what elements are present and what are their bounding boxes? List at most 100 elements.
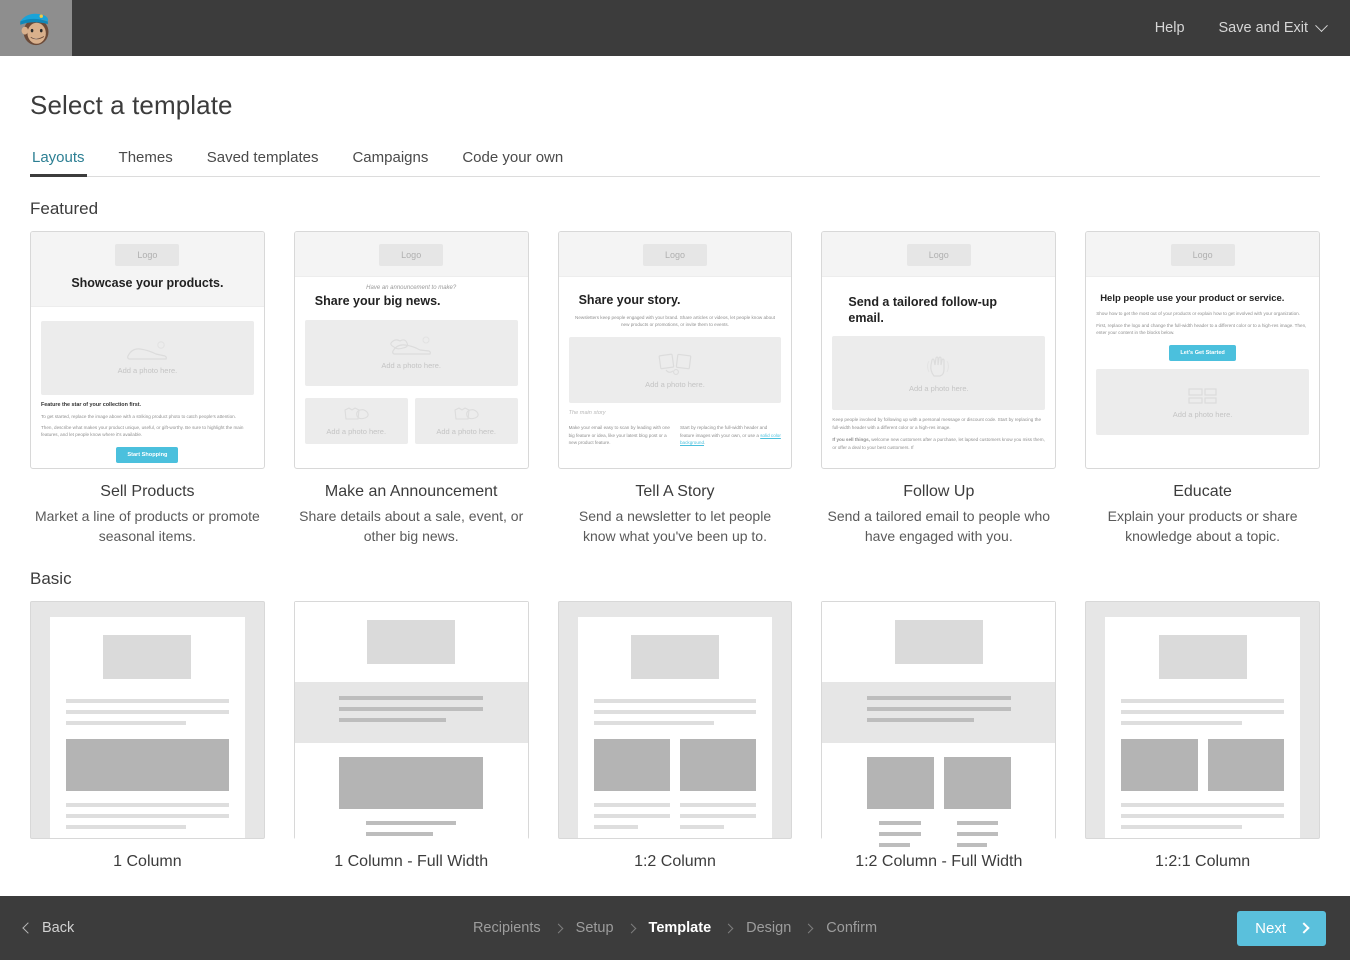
wireframe-line — [680, 813, 757, 818]
template-preview[interactable]: Logo Showcase your products. Add a photo… — [30, 231, 265, 469]
preview-headline: Share your story. — [578, 293, 681, 307]
template-source-tabs: Layouts Themes Saved templates Campaigns… — [30, 149, 1320, 177]
wireframe-line — [866, 717, 974, 722]
step-recipients[interactable]: Recipients — [473, 920, 541, 936]
wireframe-preview[interactable] — [30, 600, 265, 839]
template-card-sell-products[interactable]: Logo Showcase your products. Add a photo… — [30, 231, 265, 547]
wireframe-line — [66, 824, 187, 829]
section-title-featured: Featured — [30, 199, 99, 218]
preview-column-right-text: Start by replacing the full-width header… — [680, 424, 768, 438]
preview-intro: Newsletters keep people engaged with you… — [575, 314, 775, 328]
preview-body: Help people use your product or service.… — [1086, 277, 1319, 436]
wireframe-two-column-images — [1121, 738, 1284, 791]
step-template[interactable]: Template — [649, 920, 712, 936]
wireframe-canvas — [822, 601, 1056, 854]
wireframe-preview[interactable] — [821, 600, 1057, 854]
photo-placeholder: Add a photo here. — [568, 337, 782, 404]
wireframe-preview[interactable] — [557, 600, 793, 839]
preview-paragraph-1: Keep people involved by following up wit… — [832, 417, 1042, 431]
wireframe-image-block — [366, 619, 456, 664]
wizard-steps-breadcrumb: Recipients Setup Template Design Confirm — [473, 920, 877, 936]
wireframe-column — [593, 802, 670, 836]
preview-column-right-tail: . — [704, 440, 706, 446]
wireframe-line — [66, 720, 187, 725]
chevron-right-icon — [553, 923, 564, 933]
preview-subheading: Feature the star of your collection firs… — [41, 401, 142, 408]
tab-themes[interactable]: Themes — [117, 149, 175, 176]
template-preview[interactable]: Logo Help people use your product or ser… — [1085, 231, 1320, 469]
wireframe-line — [593, 813, 670, 818]
template-card-1-2-column-full-width[interactable]: 1:2 Column - Full Width — [821, 600, 1057, 871]
save-and-exit-menu[interactable]: Save and Exit — [1218, 18, 1328, 36]
basic-template-grid: 1 Column 1 Column - Full Width 1:2 Colum… — [30, 600, 1320, 871]
wireframe-line — [66, 709, 229, 714]
template-card-1-2-1-column[interactable]: 1:2:1 Column — [1085, 600, 1320, 871]
preview-paragraph-2: Then, describe what makes your product u… — [41, 424, 244, 438]
tab-layouts[interactable]: Layouts — [30, 149, 87, 177]
wireframe-line — [1121, 824, 1242, 829]
wireframe-feature-image — [866, 756, 934, 809]
template-name: 1:2 Column - Full Width — [855, 852, 1023, 870]
preview-body: Share your story. Newsletters keep peopl… — [559, 277, 792, 447]
template-card-make-an-announcement[interactable]: Logo Have an announcement to make? Share… — [293, 231, 529, 547]
chevron-right-icon — [803, 923, 814, 933]
chevron-down-icon — [1315, 18, 1328, 32]
wireframe-text-block — [822, 681, 1056, 743]
template-preview[interactable]: Logo Share your story. Newsletters keep … — [557, 231, 793, 469]
wireframe-two-column-images — [866, 756, 1011, 809]
template-card-tell-a-story[interactable]: Logo Share your story. Newsletters keep … — [557, 231, 793, 547]
logo-placeholder: Logo — [115, 244, 180, 266]
tab-campaigns[interactable]: Campaigns — [350, 149, 430, 176]
preview-paragraph-1: Show how to get the most out of your pro… — [1096, 310, 1300, 316]
template-card-educate[interactable]: Logo Help people use your product or ser… — [1085, 231, 1320, 547]
template-card-1-column[interactable]: 1 Column — [30, 600, 265, 871]
step-design[interactable]: Design — [746, 920, 791, 936]
preview-paragraph-2-lead: If you sell things, — [832, 436, 870, 442]
logo-placeholder: Logo — [379, 244, 444, 266]
template-name: 1:2:1 Column — [1155, 852, 1251, 870]
wizard-footer: Back Recipients Setup Template Design Co… — [0, 896, 1350, 960]
wireframe-line — [66, 698, 229, 703]
save-and-exit-label: Save and Exit — [1218, 20, 1308, 36]
logo-placeholder: Logo — [642, 244, 707, 266]
photo-caption: Add a photo here. — [908, 383, 969, 393]
logo-placeholder: Logo — [1170, 244, 1235, 266]
preview-body: Add a photo here. Feature the star of yo… — [31, 307, 264, 464]
wireframe-text-block — [593, 698, 757, 725]
template-preview[interactable]: Logo Have an announcement to make? Share… — [293, 231, 529, 469]
tab-code-your-own[interactable]: Code your own — [460, 149, 565, 176]
wireframe-line — [956, 820, 999, 825]
wireframe-text-block — [1121, 698, 1284, 725]
tab-saved-templates[interactable]: Saved templates — [205, 149, 321, 176]
wireframe-line — [366, 831, 433, 836]
template-preview[interactable]: Logo Send a tailored follow-up email. Ad… — [821, 231, 1057, 469]
template-card-1-column-full-width[interactable]: 1 Column - Full Width — [293, 600, 529, 871]
top-bar-actions: Help Save and Exit — [1155, 18, 1350, 36]
help-link[interactable]: Help — [1155, 20, 1185, 36]
photo-caption: Add a photo here. — [381, 361, 442, 371]
photo-caption: Add a photo here. — [326, 427, 387, 437]
preview-headline: Share your big news. — [314, 294, 441, 308]
step-setup[interactable]: Setup — [576, 920, 614, 936]
mailchimp-freddie-logo[interactable] — [0, 0, 72, 56]
back-button[interactable]: Back — [22, 920, 74, 936]
photo-caption: Add a photo here. — [436, 427, 496, 437]
photo-placeholder: Add a photo here. — [832, 336, 1046, 411]
step-confirm[interactable]: Confirm — [826, 920, 877, 936]
wireframe-preview[interactable] — [1085, 600, 1320, 839]
template-card-1-2-column[interactable]: 1:2 Column — [557, 600, 793, 871]
preview-headline: Showcase your products. — [71, 276, 224, 290]
wireframe-text-block — [66, 698, 229, 725]
next-button[interactable]: Next — [1237, 910, 1326, 946]
preview-header: Logo — [558, 232, 792, 277]
wireframe-line — [593, 698, 757, 703]
wireframe-preview[interactable] — [293, 600, 529, 843]
preview-section-label: The main story — [568, 410, 606, 417]
wireframe-footer-text — [66, 802, 229, 829]
preview-body: Send a tailored follow-up email. Add a p… — [822, 277, 1055, 451]
wireframe-line — [879, 820, 922, 825]
wireframe-image-block — [103, 634, 192, 679]
preview-two-column-body: Make your email easy to scan by leading … — [569, 424, 782, 447]
template-card-follow-up[interactable]: Logo Send a tailored follow-up email. Ad… — [821, 231, 1057, 547]
next-label: Next — [1255, 919, 1286, 937]
